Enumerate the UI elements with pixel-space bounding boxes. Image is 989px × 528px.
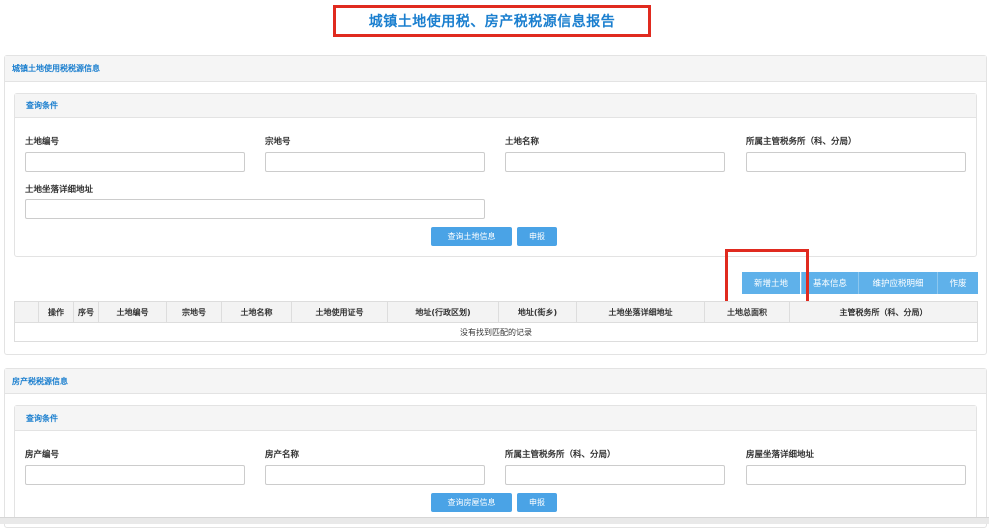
parcel-no-label: 宗地号 — [265, 137, 291, 147]
house-tax-panel-title: 房产税税源信息 — [12, 376, 68, 386]
column-header-total-area: 土地总面积 — [704, 301, 790, 323]
column-header-operation: 操作 — [38, 301, 74, 323]
house-no-input[interactable] — [25, 465, 245, 485]
empty-row: 没有找到匹配的记录 — [14, 322, 978, 342]
column-header-address-district: 地址(行政区划) — [387, 301, 499, 323]
column-header-land-name: 土地名称 — [221, 301, 292, 323]
land-tax-panel-title: 城镇土地使用税税源信息 — [12, 64, 100, 73]
void-button[interactable]: 作废 — [937, 272, 978, 294]
column-header-address-street: 地址(街乡) — [498, 301, 577, 323]
land-name-input[interactable] — [505, 152, 725, 172]
query-land-button[interactable]: 查询土地信息 — [431, 227, 512, 246]
land-no-label: 土地编号 — [25, 137, 60, 147]
report-title: 城镇土地使用税、房产税税源信息报告 — [368, 14, 616, 30]
select-all-header[interactable] — [14, 301, 39, 323]
column-header-detailed-address: 土地坐落详细地址 — [576, 301, 705, 323]
house-name-input[interactable] — [265, 465, 485, 485]
column-header-land-no: 土地编号 — [98, 301, 167, 323]
land-query-header: 查询条件 — [15, 94, 976, 118]
parcel-no-input[interactable] — [265, 152, 485, 172]
house-tax-panel-header: 房产税税源信息 — [5, 369, 986, 394]
land-tax-office-input[interactable] — [746, 152, 966, 172]
land-tax-office-label: 所属主管税务所（科、分局） — [746, 137, 857, 147]
land-query-title: 查询条件 — [26, 101, 58, 110]
house-query-title: 查询条件 — [26, 413, 58, 423]
house-tax-office-input[interactable] — [505, 465, 725, 485]
land-name-label: 土地名称 — [505, 137, 540, 147]
land-tax-panel-header: 城镇土地使用税税源信息 — [5, 56, 986, 82]
house-declare-button[interactable]: 申报 — [517, 493, 557, 512]
land-address-input[interactable] — [25, 199, 485, 219]
land-table: 操作 序号 土地编号 宗地号 土地名称 土地使用证号 地址(行政区划) 地址(街… — [14, 301, 978, 342]
house-name-label: 房产名称 — [265, 450, 300, 460]
land-table-header: 操作 序号 土地编号 宗地号 土地名称 土地使用证号 地址(行政区划) 地址(街… — [14, 301, 978, 323]
house-query-header: 查询条件 — [15, 406, 976, 431]
report-title-box: 城镇土地使用税、房产税税源信息报告 — [333, 5, 651, 37]
add-land-highlight-box — [725, 249, 809, 304]
house-no-label: 房产编号 — [25, 450, 60, 460]
column-header-tax-office: 主管税务所（科、分局） — [789, 301, 978, 323]
land-declare-button[interactable]: 申报 — [517, 227, 557, 246]
query-house-button[interactable]: 查询房屋信息 — [431, 493, 512, 512]
column-header-land-cert-no: 土地使用证号 — [291, 301, 388, 323]
column-header-index: 序号 — [73, 301, 99, 323]
house-address-input[interactable] — [746, 465, 966, 485]
basic-info-button[interactable]: 基本信息 — [801, 272, 858, 294]
house-tax-office-label: 所属主管税务所（科、分局） — [505, 450, 616, 460]
land-address-label: 土地坐落详细地址 — [25, 185, 94, 195]
land-no-input[interactable] — [25, 152, 245, 172]
house-address-label: 房屋坐落详细地址 — [746, 450, 815, 460]
maintain-taxable-details-button[interactable]: 维护应税明细 — [858, 272, 937, 294]
column-header-parcel-no: 宗地号 — [166, 301, 222, 323]
empty-message: 没有找到匹配的记录 — [14, 322, 978, 342]
